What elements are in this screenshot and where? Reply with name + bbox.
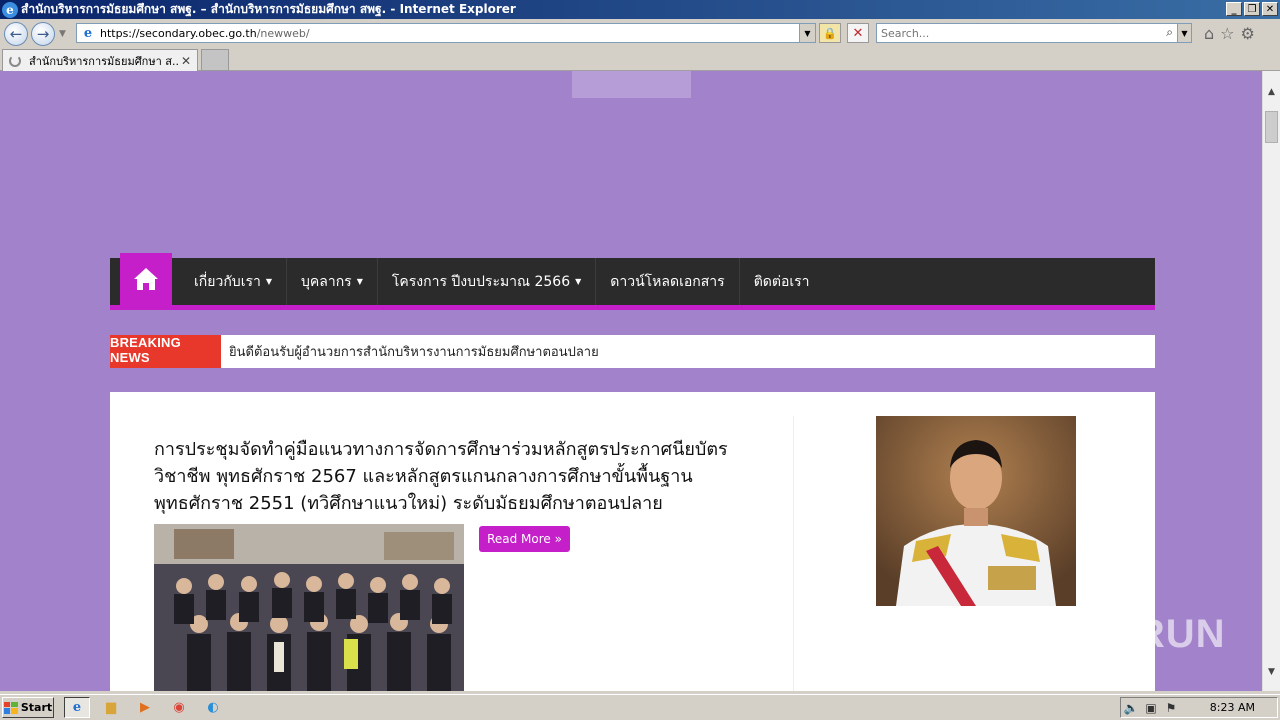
nav-item-projects[interactable]: โครงการ ปีงบประมาณ 2566 ▼ [378,258,597,305]
start-label: Start [20,701,53,714]
action-center-flag-icon[interactable]: ⚑ [1161,701,1181,715]
breaking-news-label: Breaking News [110,335,221,368]
anyrun-watermark: ANY RUN [1037,612,1226,656]
tab-strip: สำนักบริหารการมัธยมศึกษา ส... ✕ [0,47,1280,71]
home-icon [134,268,158,290]
search-icon[interactable]: ⌕ [1166,25,1173,40]
media-player-icon[interactable]: ▶ [132,697,158,718]
header-banner-image [572,71,691,98]
main-navigation: เกี่ยวกับเรา ▼ บุคลากร ▼ โครงการ ปีงบประมา… [110,253,1155,310]
windows-taskbar: Start e ▆ ▶ ◉ ◐ 🔈 ▣ ⚑ 8:23 AM [0,694,1280,720]
ie-taskbar-icon[interactable]: e [64,697,90,718]
nav-item-label: ดาวน์โหลดเอกสาร [610,273,725,290]
explorer-folder-icon[interactable]: ▆ [98,697,124,718]
read-more-button[interactable]: Read More » [479,526,570,552]
post-title[interactable]: การประชุมจัดทำคู่มือแนวทางการจัดการศึกษา… [154,436,784,517]
window-title: สำนักบริหารการมัธยมศึกษา สพฐ. – สำนักบริ… [21,2,516,16]
nav-item-label: เกี่ยวกับเรา [194,273,261,290]
caret-down-icon: ▼ [265,277,273,286]
search-dropdown-icon[interactable]: ▼ [1177,24,1191,42]
favorites-star-icon[interactable]: ☆ [1220,24,1234,43]
system-tray: 🔈 ▣ ⚑ 8:23 AM [1120,697,1278,718]
edge-icon[interactable]: ◐ [200,697,226,718]
search-input[interactable] [877,24,1157,42]
portrait-photo-image [876,416,1076,606]
nav-item-downloads[interactable]: ดาวน์โหลดเอกสาร [596,258,740,305]
news-post: การประชุมจัดทำคู่มือแนวทางการจัดการศึกษา… [134,416,794,691]
nav-item-label: ติดต่อเรา [753,273,810,290]
browser-tab[interactable]: สำนักบริหารการมัธยมศึกษา ส... ✕ [2,49,198,71]
restore-button[interactable]: ❐ [1244,2,1260,16]
network-icon[interactable]: ▣ [1141,701,1161,715]
toolbar-icons: ⌂ ☆ ⚙ [1204,24,1255,43]
url-host: https://secondary.obec.go.th [100,26,257,40]
address-dropdown-icon[interactable]: ▼ [799,24,815,42]
url-text[interactable]: https://secondary.obec.go.th/newweb/ [100,27,310,40]
back-button[interactable]: ← [4,22,28,46]
new-tab-button[interactable] [201,49,229,71]
loading-spinner-icon [9,54,21,67]
page-scrollbar[interactable]: ▲ ▼ [1262,71,1280,691]
nav-home-button[interactable] [120,253,172,305]
director-portrait-image [876,416,1076,606]
security-lock-icon[interactable]: 🔒 [819,23,841,43]
start-button[interactable]: Start [2,697,54,718]
url-path: /newweb/ [256,26,310,40]
group-photo-image [154,524,464,691]
scroll-up-icon[interactable]: ▲ [1263,83,1280,100]
forward-button[interactable]: → [31,22,55,46]
clock[interactable]: 8:23 AM [1210,701,1255,714]
search-box[interactable]: ⌕ ▼ [876,23,1192,43]
breaking-news-text[interactable]: ยินดีต้อนรับผู้อำนวยการสำนักบริหารงานการ… [229,335,599,368]
caret-down-icon: ▼ [575,277,582,286]
minimize-button[interactable]: _ [1226,2,1242,16]
address-bar[interactable]: e https://secondary.obec.go.th/newweb/ ▼ [76,23,816,43]
nav-item-personnel[interactable]: บุคลากร ▼ [287,258,378,305]
tab-close-icon[interactable]: ✕ [179,54,193,68]
ie-logo-icon: e [2,1,18,18]
content-area: การประชุมจัดทำคู่มือแนวทางการจัดการศึกษา… [110,392,1155,691]
nav-item-label: บุคลากร [301,273,352,290]
close-button[interactable]: ✕ [1262,2,1278,16]
settings-gear-icon[interactable]: ⚙ [1241,24,1255,43]
window-titlebar: e สำนักบริหารการมัธยมศึกษา สพฐ. – สำนักบ… [0,0,1280,19]
post-thumbnail-image[interactable] [154,524,464,691]
nav-item-contact[interactable]: ติดต่อเรา [740,258,824,305]
page-viewport: เกี่ยวกับเรา ▼ บุคลากร ▼ โครงการ ปีงบประมา… [0,71,1262,691]
tab-label: สำนักบริหารการมัธยมศึกษา ส... [29,54,179,68]
volume-icon[interactable]: 🔈 [1121,701,1141,715]
page-favicon-icon: e [83,25,93,41]
nav-item-label: โครงการ ปีงบประมาณ 2566 [391,273,571,290]
chrome-icon[interactable]: ◉ [166,697,192,718]
breaking-news-bar: Breaking News ยินดีต้อนรับผู้อำนวยการสำน… [110,335,1155,368]
stop-button[interactable]: ✕ [847,23,869,43]
nav-menu: เกี่ยวกับเรา ▼ บุคลากร ▼ โครงการ ปีงบประมา… [180,258,824,305]
nav-item-about[interactable]: เกี่ยวกับเรา ▼ [180,258,288,305]
scrollbar-thumb[interactable] [1265,111,1278,143]
scroll-down-icon[interactable]: ▼ [1263,663,1280,680]
windows-logo-icon [3,701,18,714]
quick-launch: e ▆ ▶ ◉ ◐ [64,697,226,718]
home-toolbar-icon[interactable]: ⌂ [1204,24,1214,43]
history-dropdown-icon[interactable]: ▼ [59,29,66,39]
navigation-bar: ← → ▼ e https://secondary.obec.go.th/new… [0,19,1280,47]
caret-down-icon: ▼ [356,277,363,286]
window-controls: _ ❐ ✕ [1226,2,1278,16]
